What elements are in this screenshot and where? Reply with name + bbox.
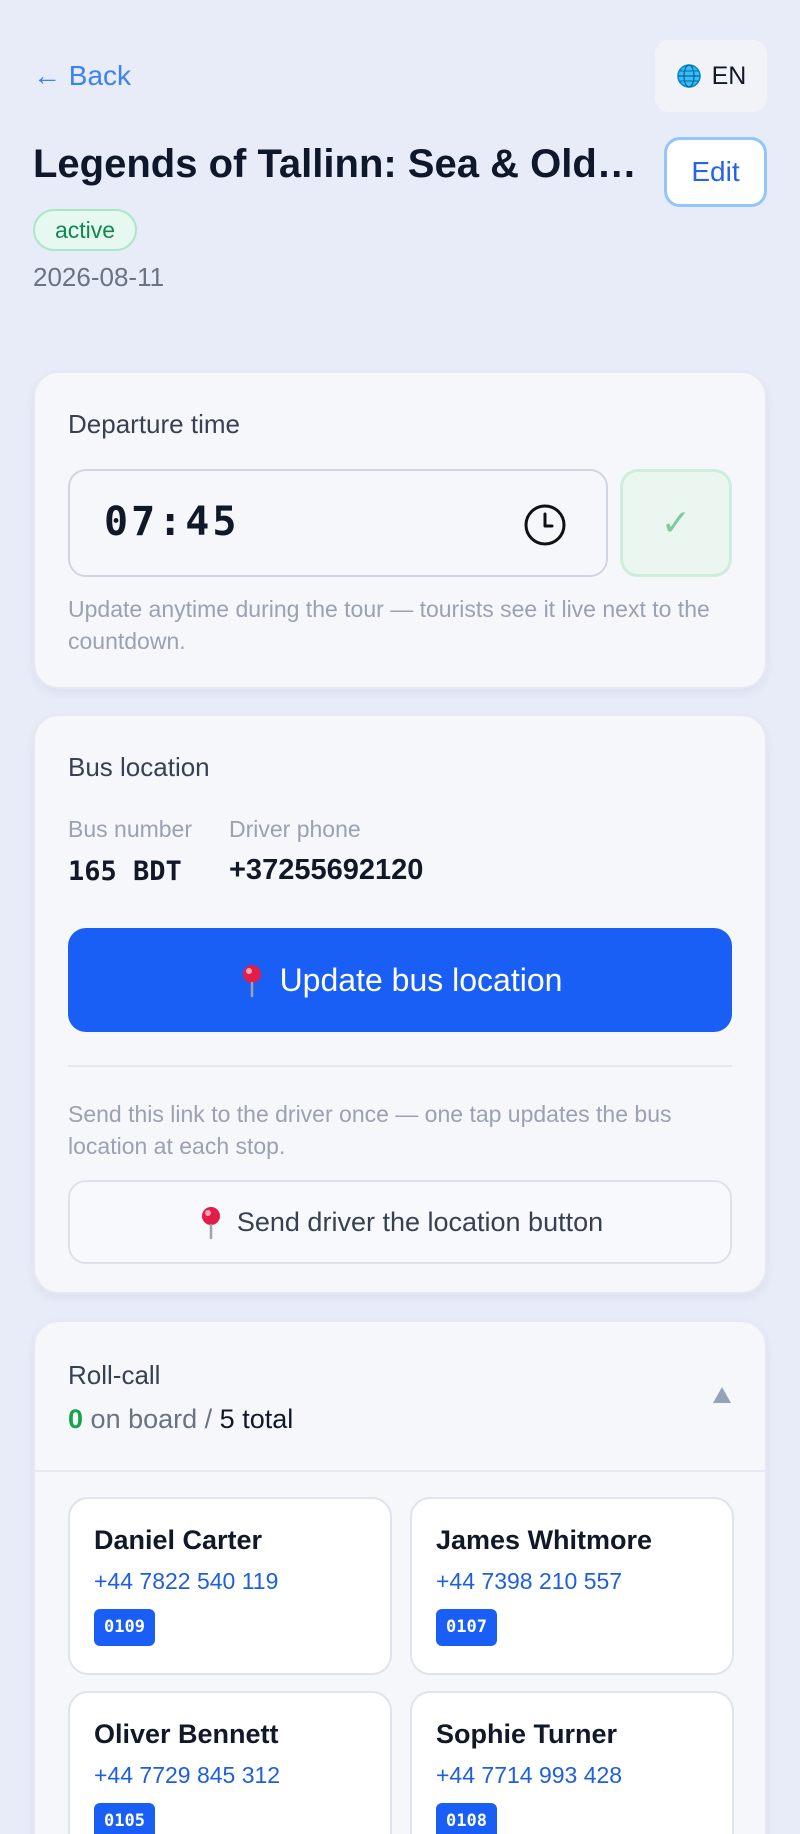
- update-bus-location-label: Update bus location: [279, 961, 563, 998]
- departure-help-text: Update anytime during the tour — tourist…: [68, 596, 710, 654]
- passenger-phone[interactable]: +44 7714 993 428: [436, 1762, 708, 1789]
- globe-icon: [676, 64, 701, 88]
- passenger-phone[interactable]: +44 7398 210 557: [436, 1568, 708, 1595]
- confirm-time-button[interactable]: ✓: [620, 469, 732, 577]
- total-label: total: [242, 1404, 294, 1434]
- passenger-code: 0105: [94, 1803, 155, 1834]
- departure-card: Departure time 07:45 ✓ Update anytime du…: [33, 371, 767, 689]
- passenger-name: Sophie Turner: [436, 1719, 618, 1749]
- departure-time-value: 07:45: [104, 499, 240, 545]
- divider: [68, 1065, 732, 1067]
- passenger-card[interactable]: Sophie Turner +44 7714 993 428 0108: [410, 1691, 734, 1834]
- send-driver-location-label: Send driver the location button: [236, 1206, 604, 1237]
- passenger-code: 0107: [436, 1609, 497, 1646]
- passenger-card[interactable]: James Whitmore +44 7398 210 557 0107: [410, 1497, 734, 1675]
- send-driver-location-button[interactable]: Send driver the location button: [68, 1180, 732, 1264]
- passenger-card[interactable]: Daniel Carter +44 7822 540 119 0109: [68, 1497, 392, 1675]
- on-board-label: on board /: [90, 1404, 213, 1434]
- language-label: EN: [711, 61, 747, 90]
- back-link[interactable]: ← Back: [33, 60, 131, 92]
- rollcall-summary: 0 on board / 5 total: [68, 1404, 293, 1435]
- chevron-up-icon[interactable]: [712, 1386, 732, 1404]
- rollcall-card: Roll-call 0 on board / 5 total Daniel Ca…: [33, 1320, 767, 1834]
- rollcall-header[interactable]: Roll-call 0 on board / 5 total: [35, 1322, 765, 1472]
- passenger-code: 0109: [94, 1609, 155, 1646]
- clock-icon[interactable]: [520, 500, 570, 550]
- status-badge: active: [33, 209, 138, 251]
- pin-icon: [242, 965, 261, 997]
- passenger-phone[interactable]: +44 7822 540 119: [94, 1568, 366, 1595]
- driver-phone-label: Driver phone: [229, 816, 361, 842]
- passenger-name: Oliver Bennett: [94, 1719, 279, 1749]
- passenger-phone[interactable]: +44 7729 845 312: [94, 1762, 366, 1789]
- page-title: Legends of Tallinn: Sea & Old…: [33, 142, 637, 186]
- tour-detail-page: ← Back EN Legends of Tallinn: Sea & Old……: [0, 0, 800, 1834]
- rollcall-title: Roll-call: [68, 1360, 161, 1390]
- top-bar: ← Back EN: [33, 40, 767, 112]
- bus-help-text: Send this link to the driver once — one …: [68, 1101, 672, 1159]
- passenger-name: Daniel Carter: [94, 1525, 263, 1555]
- language-button[interactable]: EN: [655, 40, 767, 112]
- update-bus-location-button[interactable]: Update bus location: [68, 928, 732, 1032]
- edit-button[interactable]: Edit: [664, 137, 767, 207]
- passenger-code: 0108: [436, 1803, 497, 1834]
- driver-phone-value: +37255692120: [229, 854, 424, 886]
- bus-location-card: Bus location Bus number 165 BDT Driver p…: [33, 714, 767, 1294]
- tour-date: 2026-08-11: [33, 262, 165, 292]
- total-count: 5: [219, 1404, 235, 1434]
- passenger-card[interactable]: Oliver Bennett +44 7729 845 312 0105: [68, 1691, 392, 1834]
- bus-location-title: Bus location: [68, 752, 210, 782]
- on-board-count: 0: [68, 1404, 84, 1434]
- departure-title: Departure time: [68, 409, 240, 439]
- bus-number-value: 165 BDT: [68, 856, 182, 887]
- departure-time-row: 07:45 ✓: [68, 469, 732, 577]
- passenger-name: James Whitmore: [436, 1525, 653, 1555]
- departure-time-input[interactable]: 07:45: [68, 469, 608, 577]
- pin-icon: [201, 1207, 220, 1239]
- bus-number-label: Bus number: [68, 816, 193, 842]
